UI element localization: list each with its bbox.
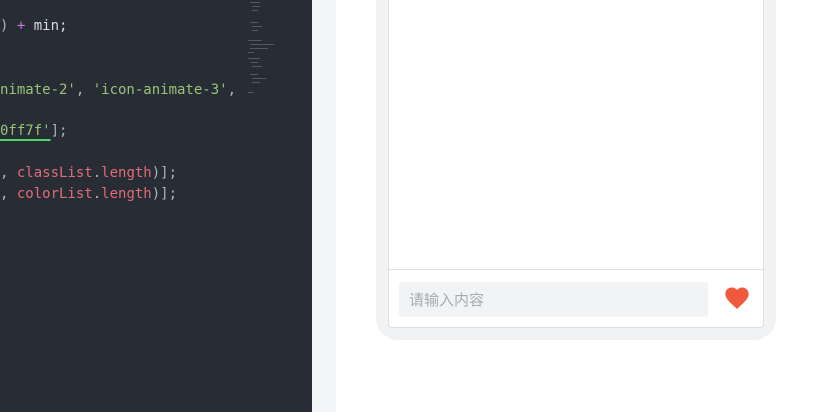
code-token: colorList [16, 186, 93, 202]
code-token: classList [16, 165, 93, 181]
like-button[interactable] [723, 284, 751, 312]
heart-icon [725, 287, 749, 309]
code-token: length [101, 186, 152, 202]
chat-area [389, 0, 763, 269]
editor-minimap[interactable] [240, 0, 304, 100]
code-token: . [92, 186, 102, 202]
code-line-4: , classList.length)]; [0, 163, 177, 183]
code-line-3: 0ff7f']; [0, 121, 67, 141]
input-bar [389, 269, 763, 327]
code-editor[interactable]: ) + min; nimate-2', 'icon-animate-3', 0f… [0, 0, 312, 412]
code-token: nimate-2' [0, 82, 76, 98]
code-line-1: ) + min; [0, 16, 67, 36]
code-token: , [75, 82, 93, 98]
message-input[interactable] [399, 282, 708, 317]
code-token: 0ff7f' [0, 123, 51, 139]
code-token: min; [25, 18, 68, 34]
code-line-2: nimate-2', 'icon-animate-3', [0, 80, 236, 100]
code-token: )]; [151, 186, 178, 202]
pane-divider[interactable] [312, 0, 336, 412]
code-token: , [0, 186, 17, 202]
code-token: , [0, 165, 17, 181]
code-token: 'icon-animate-3' [92, 82, 228, 98]
code-token: , [227, 82, 237, 98]
code-token: ) [0, 18, 17, 34]
code-token: length [101, 165, 152, 181]
code-token: . [92, 165, 102, 181]
code-token: )]; [151, 165, 178, 181]
code-token: ]; [50, 123, 68, 139]
code-line-5: , colorList.length)]; [0, 184, 177, 204]
phone-frame [388, 0, 764, 328]
